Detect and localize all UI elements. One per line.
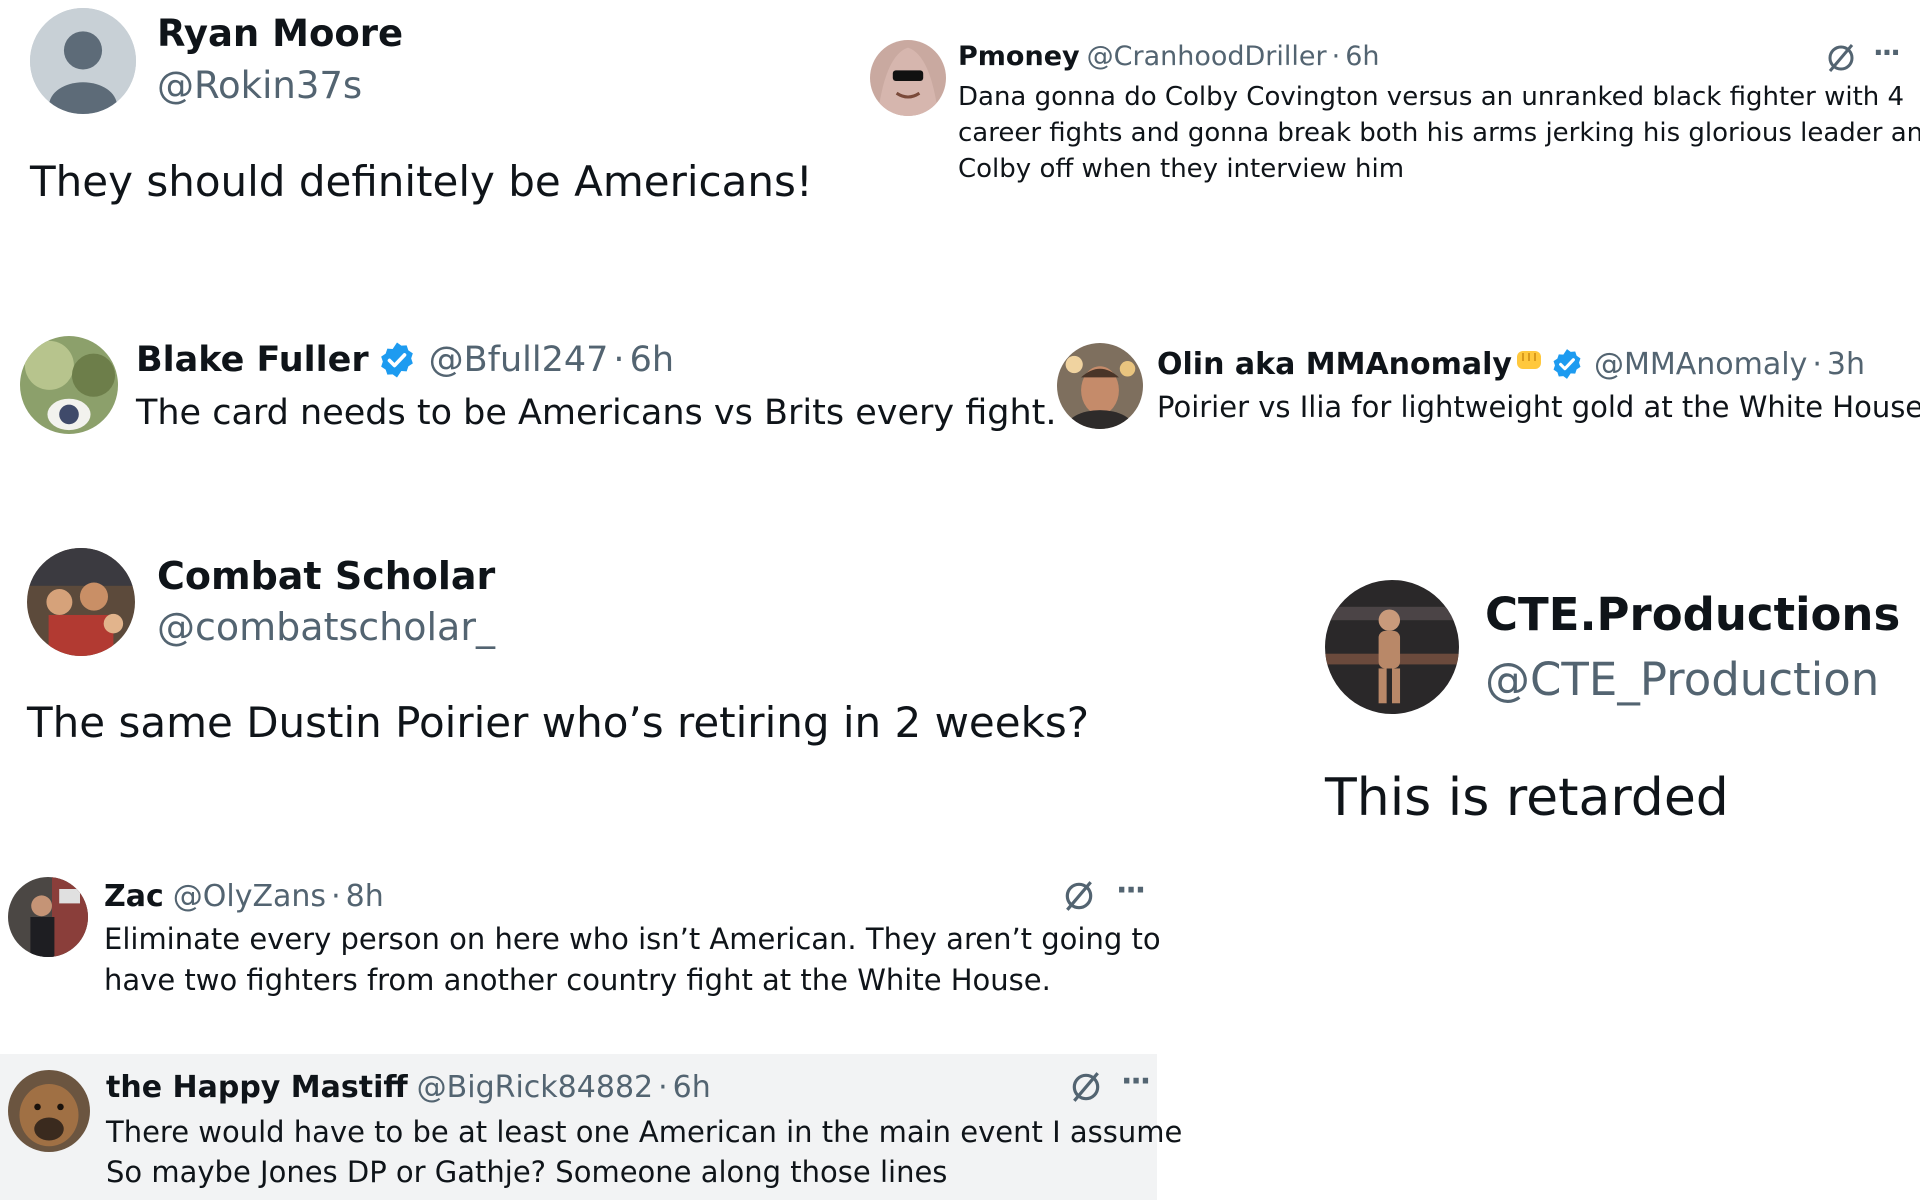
post-header: Olin aka MMAnomaly @MMAnomaly · 3h [1157, 345, 1865, 383]
user-name[interactable]: CTE.Productions [1485, 588, 1900, 641]
grok-icon[interactable] [1069, 1070, 1103, 1104]
avatar-pmoney[interactable] [870, 40, 946, 116]
avatar-blake-fuller[interactable] [20, 336, 118, 434]
timestamp[interactable]: 6h [673, 1070, 711, 1105]
user-handle[interactable]: @MMAnomaly [1594, 347, 1807, 382]
avatar-happy-mastiff[interactable] [8, 1070, 90, 1152]
user-handle[interactable]: @combatscholar_ [157, 605, 495, 649]
user-handle[interactable]: @CTE_Production [1485, 653, 1879, 706]
timestamp[interactable]: 6h [1345, 41, 1379, 72]
post-text: They should definitely be Americans! [30, 157, 813, 206]
avatar-olin[interactable] [1057, 343, 1143, 429]
profile-photo-icon [1325, 580, 1459, 714]
user-name[interactable]: Pmoney [958, 41, 1080, 72]
post-header: Pmoney @CranhoodDriller · 6h [958, 41, 1380, 72]
post-olin: Olin aka MMAnomaly @MMAnomaly · 3h Poiri… [1040, 335, 1920, 445]
post-text: The same Dustin Poirier who’s retiring i… [27, 698, 1090, 747]
post-cte-productions: CTE.Productions @CTE_Production This is … [1300, 570, 1920, 840]
user-handle[interactable]: @CranhoodDriller [1087, 41, 1327, 72]
user-name[interactable]: Ryan Moore [157, 12, 403, 55]
post-text-line: have two fighters from another country f… [104, 963, 1051, 997]
verified-badge-icon [377, 340, 417, 380]
post-happy-mastiff[interactable]: the Happy Mastiff @BigRick84882 · 6h ···… [0, 1054, 1182, 1200]
avatar-zac[interactable] [8, 877, 88, 957]
verified-badge-icon [1550, 347, 1584, 381]
user-name[interactable]: Blake Fuller [136, 340, 369, 380]
more-options-icon[interactable]: ··· [1116, 873, 1146, 908]
post-header: Blake Fuller @Bfull247 · 6h [136, 340, 674, 380]
post-zac: Zac @OlyZans · 8h ··· Eliminate every pe… [0, 865, 1161, 1015]
separator: · [613, 340, 625, 380]
profile-photo-icon [8, 1070, 90, 1152]
profile-photo-icon [27, 548, 135, 656]
separator: · [1812, 346, 1822, 382]
timestamp[interactable]: 6h [630, 340, 674, 380]
timestamp[interactable]: 3h [1827, 347, 1865, 382]
avatar-combat-scholar[interactable] [27, 548, 135, 656]
more-options-icon[interactable]: ··· [1121, 1064, 1151, 1099]
post-text: This is retarded [1325, 768, 1729, 828]
post-pmoney: Pmoney @CranhoodDriller · 6h ··· Dana go… [860, 30, 1920, 200]
post-text: Poirier vs Ilia for lightweight gold at … [1157, 390, 1920, 424]
default-avatar-icon [30, 8, 136, 114]
post-text-line: Eliminate every person on here who isn’t… [104, 922, 1161, 956]
grok-icon[interactable] [1825, 42, 1857, 74]
user-handle[interactable]: @OlyZans [173, 879, 326, 914]
avatar-ryan-moore[interactable] [30, 8, 136, 114]
user-handle[interactable]: @Bfull247 [429, 340, 609, 380]
user-handle[interactable]: @Rokin37s [157, 64, 362, 107]
post-header: the Happy Mastiff @BigRick84882 · 6h [106, 1070, 711, 1105]
user-name[interactable]: the Happy Mastiff [106, 1070, 408, 1105]
more-options-icon[interactable]: ··· [1873, 36, 1901, 69]
separator: · [658, 1070, 668, 1105]
post-text-line: career fights and gonna break both his a… [958, 118, 1920, 148]
profile-photo-icon [870, 40, 946, 116]
post-blake-fuller: Blake Fuller @Bfull247 · 6h The card nee… [0, 330, 1057, 450]
post-text-line: Colby off when they interview him [958, 154, 1405, 184]
separator: · [331, 879, 341, 914]
avatar-cte-productions[interactable] [1325, 580, 1459, 714]
grok-icon[interactable] [1062, 879, 1096, 913]
user-name[interactable]: Olin aka MMAnomaly [1157, 347, 1512, 382]
separator: · [1331, 41, 1341, 72]
user-name[interactable]: Zac [104, 879, 164, 914]
post-text-line: Dana gonna do Colby Covington versus an … [958, 82, 1905, 112]
user-name[interactable]: Combat Scholar [157, 554, 495, 598]
fist-emoji-icon [1514, 345, 1546, 383]
post-ryan-moore: Ryan Moore @Rokin37s They should definit… [0, 0, 860, 230]
post-header: Zac @OlyZans · 8h [104, 879, 384, 914]
timestamp[interactable]: 8h [346, 879, 384, 914]
profile-photo-icon [1057, 343, 1143, 429]
post-combat-scholar: Combat Scholar @combatscholar_ The same … [0, 540, 1089, 760]
post-text-line: So maybe Jones DP or Gathje? Someone alo… [106, 1155, 948, 1189]
profile-photo-icon [20, 336, 118, 434]
user-handle[interactable]: @BigRick84882 [417, 1070, 653, 1105]
post-text-line: There would have to be at least one Amer… [106, 1115, 1183, 1149]
profile-photo-icon [8, 877, 88, 957]
post-text: The card needs to be Americans vs Brits … [136, 393, 1057, 433]
